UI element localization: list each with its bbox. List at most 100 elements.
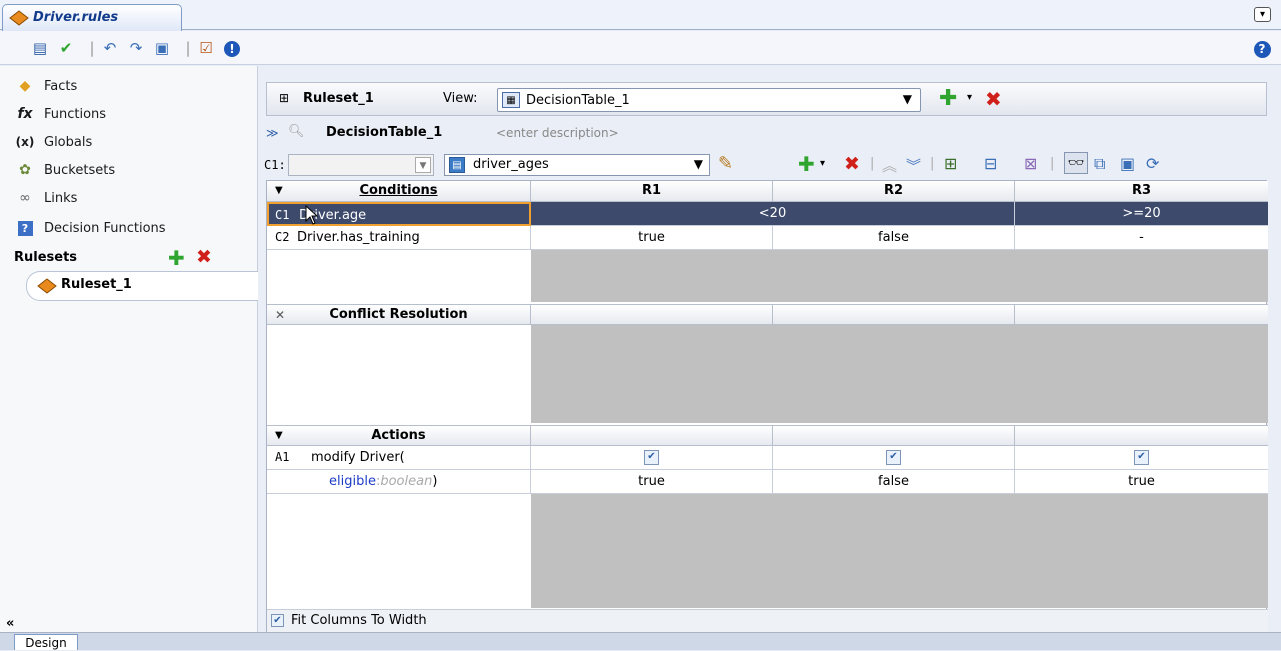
decision-table-icon: ▦	[502, 92, 520, 108]
decision-functions-icon: ?	[14, 220, 36, 236]
condition-row-c2[interactable]: C2 Driver.has_training	[267, 226, 531, 250]
nav-item-functions[interactable]: fx Functions	[14, 102, 106, 126]
action-row-a1[interactable]: A1 modify Driver(	[267, 446, 531, 470]
edit-pencil-icon[interactable]: ✎	[718, 153, 733, 174]
tab-design[interactable]: Design	[14, 634, 78, 650]
actions-header[interactable]: ▼ Actions	[267, 425, 531, 446]
collapse-conditions-icon[interactable]: ▼	[275, 181, 283, 201]
conflict-icon[interactable]: ⧉	[1094, 154, 1105, 174]
book-icon[interactable]: ▤	[30, 39, 50, 57]
nav-label: Functions	[44, 106, 107, 122]
separator-4: |	[930, 156, 935, 171]
collapse-chevron-icon[interactable]: ≫	[266, 126, 279, 140]
add-row-icon[interactable]: ✚	[798, 152, 815, 176]
decision-table-header: ≫ 🔍︎ DecisionTable_1 <enter description>	[266, 122, 1267, 146]
condition-cell[interactable]: false	[773, 226, 1015, 250]
redo-icon[interactable]: ↷	[126, 39, 146, 57]
checkbox-checked-icon[interactable]: ✔	[644, 450, 659, 465]
add-row-dropdown-icon[interactable]: ▾	[820, 158, 825, 169]
column-header-r2[interactable]: R2	[773, 181, 1015, 202]
info-icon[interactable]: !	[222, 39, 242, 57]
expand-ruleset-icon[interactable]: ⊞	[279, 91, 289, 105]
action-checkbox-cell[interactable]: ✔	[1015, 446, 1268, 470]
checkbox-checked-icon[interactable]: ✔	[1134, 450, 1149, 465]
actions-col-header	[773, 425, 1015, 446]
nav-item-globals[interactable]: (x) Globals	[14, 130, 93, 154]
nav-label: Facts	[44, 78, 78, 94]
facts-icon: ◆	[19, 78, 31, 94]
condition-cell[interactable]: <20	[531, 202, 1015, 226]
checkbox-checked-icon[interactable]: ✔	[886, 450, 901, 465]
action-param-row[interactable]: eligible:boolean)	[267, 470, 531, 494]
actions-empty-area	[531, 494, 1268, 608]
add-dropdown-icon[interactable]: ▾	[967, 92, 972, 103]
nav-item-links[interactable]: ∞ Links	[14, 186, 77, 210]
condition-cell[interactable]: >=20	[1015, 202, 1268, 226]
fit-columns-checkbox[interactable]: ✔	[271, 614, 284, 627]
save-icon[interactable]: ▣	[152, 39, 172, 57]
validate-icon[interactable]: ☑	[196, 39, 216, 57]
action-value-cell[interactable]: true	[1015, 470, 1268, 494]
check-icon[interactable]: ✔	[56, 39, 76, 57]
tab-driver-rules[interactable]: Driver.rules	[2, 4, 182, 31]
ruleset-title: Ruleset_1	[303, 91, 374, 106]
navigation-panel: ◆ Facts fx Functions (x) Globals ✿ Bucke…	[0, 66, 259, 632]
collapse-panel-icon[interactable]: «	[6, 616, 14, 631]
action-checkbox-cell[interactable]: ✔	[773, 446, 1015, 470]
window-list-button[interactable]: ▾	[1254, 7, 1271, 22]
rules-file-icon	[9, 10, 29, 26]
refresh-icon[interactable]: ⟳	[1146, 154, 1159, 173]
ruleset-icon	[37, 278, 57, 294]
gap-check-icon[interactable]: 👓︎	[1064, 152, 1088, 174]
description-field[interactable]: <enter description>	[496, 126, 619, 140]
decision-table-grid: ▼ Conditions R1 R2 R3 C1 Driver.age <20 …	[266, 180, 1268, 632]
help-icon[interactable]: ?	[1252, 39, 1272, 58]
links-icon: ∞	[19, 190, 31, 206]
search-icon[interactable]: 🔍︎	[288, 124, 305, 139]
compact-table-icon[interactable]: ⊠	[1024, 154, 1037, 173]
delete-icon[interactable]: ✖	[985, 87, 1002, 111]
c1-label: C1:	[264, 158, 286, 172]
chevron-down-icon[interactable]: ▼	[415, 157, 431, 173]
separator-1: |	[89, 39, 95, 57]
param-close: )	[432, 474, 438, 489]
nav-item-facts[interactable]: ◆ Facts	[14, 74, 78, 98]
nav-item-decision-functions[interactable]: ? Decision Functions	[14, 216, 166, 240]
ruleset-item-ruleset-1[interactable]: Ruleset_1	[26, 271, 259, 301]
action-value-cell[interactable]: true	[531, 470, 773, 494]
main-editor: ⊞ Ruleset_1 View: ▦ DecisionTable_1 ▼ ✚ …	[258, 66, 1281, 632]
view-select[interactable]: ▦ DecisionTable_1 ▼	[497, 88, 921, 112]
add-icon[interactable]: ✚	[939, 86, 957, 111]
conflict-resolution-header[interactable]: ✕ Conflict Resolution	[267, 304, 531, 325]
conflict-resolution-label: Conflict Resolution	[329, 307, 468, 322]
close-icon[interactable]: ✕	[275, 305, 285, 325]
nav-label: Decision Functions	[44, 220, 166, 236]
actions-empty-labels	[267, 494, 532, 608]
undo-icon[interactable]: ↶	[100, 39, 120, 57]
add-ruleset-icon[interactable]: ✚	[168, 246, 185, 270]
bucketset-select[interactable]: ▤ driver_ages ▼	[444, 154, 710, 176]
decision-table-name: DecisionTable_1	[326, 125, 443, 140]
conditions-header[interactable]: ▼ Conditions	[267, 181, 531, 202]
editor-tab-strip: Driver.rules ▾	[0, 0, 1281, 31]
split-cell-icon[interactable]: ⊞	[944, 154, 957, 173]
mouse-cursor-icon	[305, 205, 319, 225]
ruleset-item-label: Ruleset_1	[61, 277, 132, 292]
move-up-icon[interactable]: ︽	[882, 155, 897, 176]
condition-cell[interactable]: true	[531, 226, 773, 250]
view-label: View:	[443, 91, 478, 106]
action-checkbox-cell[interactable]: ✔	[531, 446, 773, 470]
condition-cell[interactable]: -	[1015, 226, 1268, 250]
column-header-r1[interactable]: R1	[531, 181, 773, 202]
delete-row-icon[interactable]: ✖	[844, 153, 860, 175]
nav-item-bucketsets[interactable]: ✿ Bucketsets	[14, 158, 115, 182]
collapse-actions-icon[interactable]: ▼	[275, 426, 283, 446]
condition-value-field[interactable]: ▼	[288, 154, 434, 176]
merge-cell-icon[interactable]: ⊟	[984, 154, 997, 173]
move-down-icon[interactable]: ︾	[906, 155, 921, 176]
action-value-cell[interactable]: false	[773, 470, 1015, 494]
delete-ruleset-icon[interactable]: ✖	[196, 246, 212, 268]
table-view-icon[interactable]: ▣	[1120, 154, 1135, 173]
nav-label: Links	[44, 190, 78, 206]
column-header-r3[interactable]: R3	[1015, 181, 1268, 202]
